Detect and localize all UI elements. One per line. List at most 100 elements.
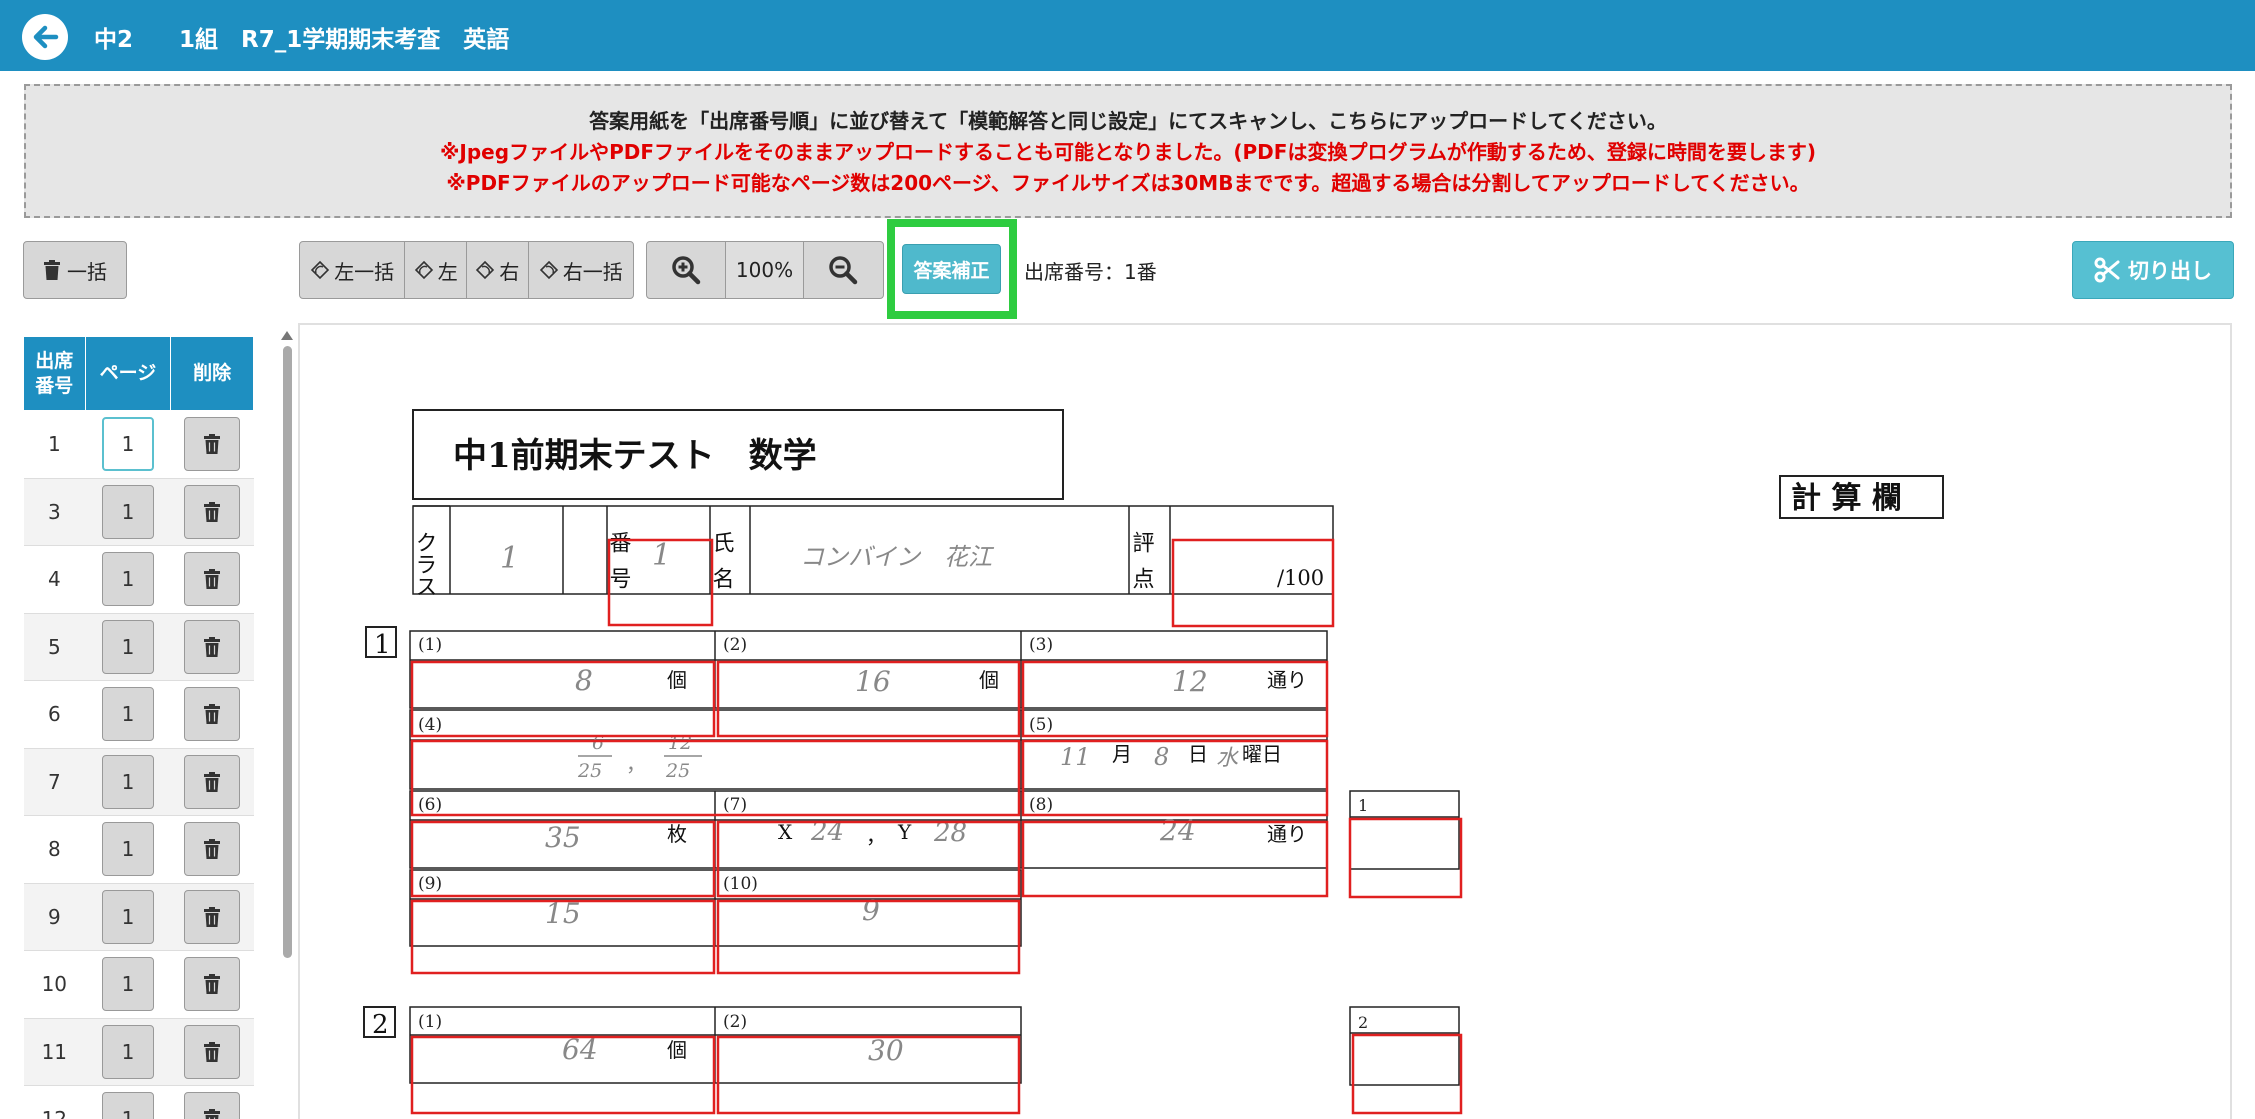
answer: 16: [855, 665, 891, 698]
delete-row-button[interactable]: [184, 417, 241, 472]
delete-row-button[interactable]: [184, 687, 241, 742]
page-cell: 1: [85, 1085, 171, 1119]
handwritten-number: 1: [652, 538, 671, 573]
separator: ，: [626, 752, 646, 776]
sheet-title: 中1前期末テスト 数学: [453, 436, 817, 476]
zoom-out-button[interactable]: [804, 242, 883, 298]
page-number-input[interactable]: 1: [101, 619, 154, 674]
rotate-left-all-button[interactable]: 左一括: [300, 242, 406, 298]
qnum: (3): [1029, 635, 1053, 655]
rotate-button-group: 左一括 左 右 右一括: [299, 241, 634, 299]
trash-icon: [204, 636, 221, 657]
table-row[interactable]: 41: [23, 545, 254, 614]
answer: 35: [545, 821, 581, 854]
page-number-input[interactable]: 1: [101, 1024, 154, 1079]
delete-cell: [170, 748, 254, 816]
delete-cell: [170, 815, 254, 884]
delete-all-label: 一括: [67, 259, 107, 284]
answer-fix-button[interactable]: 答案補正: [902, 244, 1001, 294]
page-number-input[interactable]: 1: [101, 754, 154, 809]
delete-row-button[interactable]: [184, 1024, 241, 1079]
score-total: /100: [1277, 566, 1324, 590]
table-row[interactable]: 91: [23, 883, 254, 951]
delete-row-button[interactable]: [184, 552, 241, 607]
scrollbar-thumb[interactable]: [283, 346, 292, 958]
page-cell: 1: [85, 410, 171, 479]
page-number-input[interactable]: 1: [101, 822, 154, 877]
delete-row-button[interactable]: [184, 822, 241, 877]
unit: 枚: [667, 822, 687, 846]
qnum: (1): [418, 1012, 442, 1032]
delete-cell: [170, 1018, 254, 1086]
page-cell: 1: [85, 815, 171, 884]
table-row[interactable]: 12 1: [23, 1085, 254, 1119]
rotate-right-button[interactable]: 右: [467, 242, 529, 298]
unit: 日: [1188, 742, 1208, 766]
page-number-input[interactable]: 1: [101, 417, 154, 472]
back-button[interactable]: [22, 14, 68, 60]
page-number-input[interactable]: 1: [101, 552, 154, 607]
answer: 9: [862, 894, 880, 927]
delete-cell: [170, 545, 254, 614]
scroll-up-arrow[interactable]: [281, 331, 293, 340]
answer: 水: [1216, 746, 1239, 771]
zoom-in-button[interactable]: [647, 242, 727, 298]
handwritten-name: コンバイン 花江: [800, 543, 995, 571]
table-row[interactable]: 11 1: [23, 1018, 254, 1086]
unit: Y: [897, 820, 912, 844]
page-number-input[interactable]: 1: [101, 687, 154, 742]
qnum: (6): [418, 795, 442, 815]
table-row[interactable]: 81: [23, 815, 254, 884]
table-row[interactable]: 10 1: [23, 950, 254, 1019]
page-cell: 1: [85, 680, 171, 749]
delete-cell: [170, 613, 254, 681]
page-cell: 1: [85, 883, 171, 951]
trash-icon: [204, 569, 221, 590]
delete-row-button[interactable]: [184, 619, 241, 674]
seat-number-cell: 1: [23, 410, 86, 479]
seat-number-cell: 5: [23, 613, 86, 681]
zoom-level-label: 100%: [735, 258, 794, 282]
table-scrollbar[interactable]: [280, 326, 294, 1119]
zoom-level: 100%: [726, 242, 804, 298]
table-row[interactable]: 61: [23, 680, 254, 749]
rotate-left-label: 左: [437, 259, 458, 284]
rotate-right-all-button[interactable]: 右一括: [529, 242, 633, 298]
zoom-button-group: 100%: [646, 241, 884, 299]
seat-number-cell: 7: [23, 748, 86, 816]
page-number-input[interactable]: 1: [101, 1092, 154, 1119]
handwritten-class: 1: [500, 541, 519, 576]
delete-row-button[interactable]: [184, 484, 241, 539]
rotate-right-label: 右: [499, 259, 520, 284]
table-row[interactable]: 31: [23, 478, 254, 546]
unit: 個: [979, 668, 999, 692]
page-number-input[interactable]: 1: [101, 957, 154, 1012]
delete-row-button[interactable]: [184, 754, 241, 809]
cut-out-label: 切り出し: [2128, 259, 2212, 283]
seat-number-cell: 4: [23, 545, 86, 614]
page-cell: 1: [85, 613, 171, 681]
unit: X: [778, 820, 793, 844]
calc-area-label: 計 算 欄: [1791, 481, 1902, 516]
table-row[interactable]: 51: [23, 613, 254, 681]
delete-all-button[interactable]: 一括: [23, 241, 127, 299]
delete-cell: [170, 883, 254, 951]
answer-sheet-viewer[interactable]: 中1前期末テスト 数学 計 算 欄 クラス 番号 氏名 評点 /100 1 1 …: [298, 323, 2232, 1119]
trash-icon: [204, 906, 221, 927]
rotate-left-button[interactable]: 左: [405, 242, 467, 298]
delete-row-button[interactable]: [184, 889, 241, 944]
answer-fix-label: 答案補正: [913, 259, 990, 282]
rotate-right-icon: [539, 260, 558, 280]
unit: 個: [667, 668, 687, 692]
table-row[interactable]: 11: [23, 410, 254, 479]
trash-icon: [204, 974, 221, 995]
delete-cell: [170, 950, 254, 1019]
page-number-input[interactable]: 1: [101, 889, 154, 944]
delete-row-button[interactable]: [184, 1092, 241, 1119]
unit: 通り: [1267, 668, 1307, 692]
table-row[interactable]: 71: [23, 748, 254, 816]
delete-row-button[interactable]: [184, 957, 241, 1012]
page-title: 中2 1組 R7_1学期期末考査 英語: [94, 20, 509, 54]
cut-out-button[interactable]: 切り出し: [2072, 241, 2234, 299]
page-number-input[interactable]: 1: [101, 484, 154, 539]
